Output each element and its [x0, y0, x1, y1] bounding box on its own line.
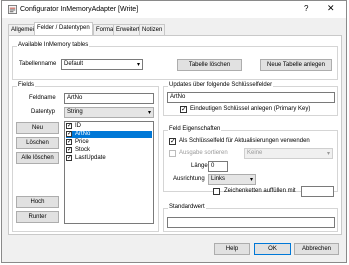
fields-group-title: Fields: [17, 82, 36, 88]
sort-output-checkbox[interactable]: [169, 150, 176, 157]
updates-group-title: Updates über folgende Schlüsselfelder: [168, 82, 274, 88]
help-icon[interactable]: ?: [304, 4, 308, 13]
sort-value: Keine: [247, 150, 263, 156]
unique-key-checkbox[interactable]: [180, 105, 187, 113]
title-bar: Configurator InMemoryAdapter [Write] ? ✕: [2, 1, 346, 18]
field-name: Price: [75, 139, 89, 145]
datatype-label: Datentyp: [31, 109, 56, 115]
sort-select[interactable]: Keine ▾: [244, 148, 333, 159]
tab-felder-datentypen[interactable]: Felder / Datentypen: [34, 22, 93, 35]
tab-panel: Available InMemory tables Tabellenname D…: [8, 35, 342, 235]
field-checkbox[interactable]: [66, 138, 72, 145]
field-checkbox[interactable]: [66, 146, 72, 153]
field-checkbox[interactable]: [66, 130, 72, 137]
app-icon: [8, 5, 17, 14]
new-field-button[interactable]: Neu: [16, 122, 59, 134]
field-name-input[interactable]: ArtNo: [64, 93, 154, 104]
move-up-button[interactable]: Hoch: [16, 196, 59, 208]
key-fields-input[interactable]: ArtNo: [167, 92, 335, 103]
move-down-button[interactable]: Runter: [16, 211, 59, 223]
delete-all-fields-button[interactable]: Alle löschen: [16, 152, 59, 164]
datatype-value: String: [67, 109, 83, 115]
configurator-window: Configurator InMemoryAdapter [Write] ? ✕…: [1, 0, 347, 263]
field-checkbox[interactable]: [66, 122, 72, 129]
table-name-select[interactable]: Default ▾: [61, 59, 143, 70]
default-value-input[interactable]: [167, 217, 335, 228]
updates-group: Updates über folgende Schlüsselfelder Ar…: [163, 82, 338, 116]
datatype-select[interactable]: String ▾: [64, 107, 154, 118]
help-button[interactable]: Help: [214, 243, 250, 255]
cancel-button[interactable]: Abbrechen: [294, 243, 339, 255]
ok-button[interactable]: OK: [254, 243, 291, 255]
fields-group: Fields Feldname ArtNo Datentyp String ▾ …: [12, 82, 159, 232]
list-item[interactable]: Stock: [66, 146, 152, 154]
unique-key-label: Eindeutigen Schlüssel anlegen (Primary K…: [190, 106, 311, 112]
alignment-select[interactable]: Links ▾: [208, 174, 256, 185]
field-name: ArtNo: [75, 131, 91, 137]
field-properties-group-title: Feld Eigenschaften: [168, 126, 222, 132]
chevron-down-icon: ▾: [136, 62, 140, 68]
field-name-label: Feldname: [29, 95, 56, 101]
new-table-button[interactable]: Neue Tabelle anlegen: [260, 59, 332, 71]
tables-group: Available InMemory tables Tabellenname D…: [12, 42, 338, 80]
field-checkbox[interactable]: [66, 154, 72, 161]
window-title: Configurator InMemoryAdapter [Write]: [20, 6, 139, 13]
list-item[interactable]: LastUpdate: [66, 154, 152, 162]
pad-strings-label: Zeichenketten auffüllen mit: [224, 188, 296, 194]
table-name-value: Default: [64, 61, 84, 67]
delete-field-button[interactable]: Löschen: [16, 137, 59, 149]
delete-table-button[interactable]: Tabelle löschen: [177, 59, 242, 71]
field-properties-group: Feld Eigenschaften Als Schlüsselfeld für…: [163, 126, 338, 197]
tables-group-title: Available InMemory tables: [17, 42, 90, 48]
field-name: ID: [75, 123, 81, 129]
table-name-label: Tabellenname: [19, 61, 57, 67]
close-icon[interactable]: ✕: [327, 3, 335, 14]
chevron-down-icon: ▾: [326, 151, 330, 157]
use-as-key-checkbox[interactable]: [169, 137, 176, 145]
default-value-group-title: Standardwert: [168, 204, 206, 210]
alignment-label: Ausrichtung: [173, 176, 205, 182]
length-input[interactable]: 0: [208, 161, 228, 172]
sort-output-label: Ausgabe sortieren: [179, 150, 228, 156]
chevron-down-icon: ▾: [249, 177, 253, 183]
chevron-down-icon: ▾: [147, 110, 151, 116]
tab-notizen[interactable]: Notizen: [139, 24, 166, 35]
field-name: Stock: [75, 147, 91, 153]
length-label: Länge: [191, 163, 208, 169]
alignment-value: Links: [211, 176, 226, 182]
use-as-key-label: Als Schlüsselfeld für Aktualisierungen v…: [179, 138, 310, 144]
list-item[interactable]: ArtNo: [66, 130, 152, 138]
list-item[interactable]: ID: [66, 122, 152, 130]
list-item[interactable]: Price: [66, 138, 152, 146]
pad-strings-input[interactable]: [301, 186, 334, 197]
fields-list[interactable]: ID ArtNo Price Stock LastUpdate: [64, 121, 154, 224]
field-name: LastUpdate: [75, 155, 106, 161]
pad-strings-checkbox[interactable]: [213, 188, 220, 195]
default-value-group: Standardwert: [163, 204, 338, 232]
